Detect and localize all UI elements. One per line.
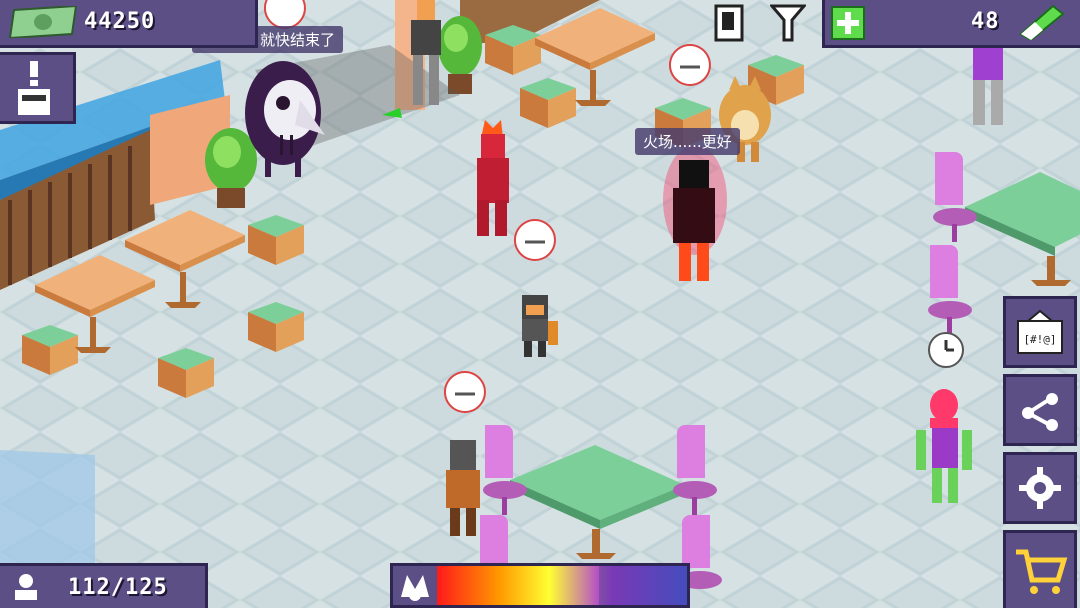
warning-character-icon: [18, 61, 50, 115]
gift-icon: [#!@]: [1017, 309, 1063, 354]
signal-icon: [770, 4, 806, 42]
share-button[interactable]: [1003, 374, 1077, 446]
alert-button[interactable]: [0, 52, 76, 124]
gear-icon: [1019, 467, 1061, 509]
population-panel[interactable]: 112/125: [0, 563, 208, 608]
share-icon: [1022, 393, 1058, 431]
clock-icon: [928, 332, 964, 368]
cash-icon: [8, 6, 78, 38]
mood-meter: [390, 563, 690, 608]
speech-bubble-mid: 火场......更好: [635, 128, 740, 155]
gift-code-label: [#!@]: [1023, 333, 1056, 346]
population-value: 112/125: [68, 575, 168, 600]
cart-icon: [1016, 549, 1068, 594]
settings-button[interactable]: [1003, 452, 1077, 524]
gift-code-button[interactable]: [#!@]: [1003, 296, 1077, 368]
mood-bar-remainder: [599, 566, 687, 605]
shop-cart-button[interactable]: [1003, 530, 1077, 608]
happy-crowd-icon: [401, 575, 429, 601]
game-scene[interactable]: [0, 0, 1080, 608]
person-icon: [15, 574, 37, 600]
energy-value: 48: [971, 9, 1000, 34]
phone-icon[interactable]: [712, 4, 752, 44]
money-value: 44250: [84, 9, 156, 34]
plus-icon: [837, 12, 859, 34]
battery-icon: [1019, 4, 1065, 40]
add-energy-button[interactable]: [831, 6, 865, 40]
energy-panel[interactable]: 48: [822, 0, 1080, 48]
money-panel[interactable]: 44250: [0, 0, 258, 48]
